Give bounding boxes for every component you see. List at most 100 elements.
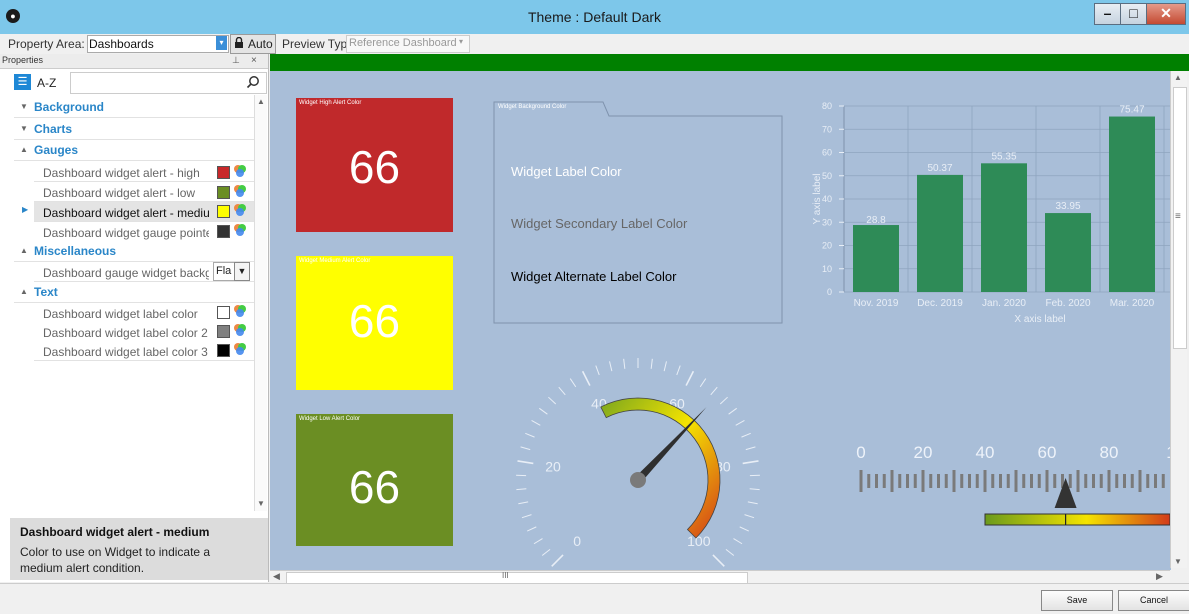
az-sort-button[interactable]: A-Z xyxy=(37,76,56,90)
gauge-tick-label: 0 xyxy=(573,533,581,549)
cancel-button[interactable]: Cancel xyxy=(1118,590,1189,611)
expanded-arrow-icon: ▲ xyxy=(20,145,28,154)
gauge-tick xyxy=(741,433,750,437)
y-tick-label: 40 xyxy=(822,194,832,204)
gauge-tick-label: 20 xyxy=(545,459,561,475)
palette-icon[interactable] xyxy=(233,184,247,198)
palette-icon[interactable] xyxy=(233,342,247,356)
gauge-tick xyxy=(610,361,612,371)
property-name: Dashboard widget alert - low xyxy=(43,186,209,200)
chevron-down-icon[interactable]: ▼ xyxy=(234,262,250,281)
gauge-tick xyxy=(583,371,590,385)
linear-tick xyxy=(1115,474,1118,488)
gauge-tick xyxy=(740,527,749,531)
linear-tick xyxy=(1139,470,1142,492)
color-swatch[interactable] xyxy=(217,325,230,338)
data-label: 33.95 xyxy=(1055,201,1080,212)
linear-tick xyxy=(1038,474,1041,488)
bottom-bar xyxy=(0,583,1189,614)
linear-tick xyxy=(929,474,932,488)
category-background[interactable]: ▼ Background xyxy=(14,97,257,118)
gauge-tick xyxy=(729,408,737,414)
bar-chart: 0102030405060708028.8Nov. 201950.37Dec. … xyxy=(790,96,1170,332)
scroll-up-icon[interactable]: ▲ xyxy=(1174,73,1182,82)
gauge-tick xyxy=(736,420,745,425)
linear-tick xyxy=(891,470,894,492)
property-name: Dashboard widget label color 2 xyxy=(43,326,209,340)
palette-icon[interactable] xyxy=(233,164,247,178)
minimize-button[interactable]: – xyxy=(1094,3,1121,25)
tile-label: Widget High Alert Color xyxy=(299,100,361,106)
bar xyxy=(853,225,899,292)
gauge-tick xyxy=(720,397,727,404)
category-label: Miscellaneous xyxy=(34,244,116,258)
category-charts[interactable]: ▼ Charts xyxy=(14,119,257,140)
category-miscellaneous[interactable]: ▲ Miscellaneous xyxy=(14,241,257,262)
gauge-tick xyxy=(713,555,724,566)
color-swatch[interactable] xyxy=(217,225,230,238)
label-panel-frame xyxy=(493,98,783,324)
color-swatch[interactable] xyxy=(217,205,230,218)
preview-horizontal-scrollbar[interactable]: ◀ III ▶ xyxy=(270,570,1170,584)
category-text[interactable]: ▲ Text xyxy=(14,282,257,303)
palette-icon[interactable] xyxy=(233,304,247,318)
close-button[interactable]: ✕ xyxy=(1146,3,1186,25)
gauge-tick xyxy=(743,461,759,464)
gauge-tick xyxy=(516,489,526,490)
property-search-input[interactable] xyxy=(70,72,267,94)
gauge-hub xyxy=(630,472,646,488)
save-button[interactable]: Save xyxy=(1041,590,1113,611)
y-axis-label: Y axis label xyxy=(812,174,823,225)
palette-icon[interactable] xyxy=(233,323,247,337)
maximize-button[interactable]: □ xyxy=(1120,3,1147,25)
scroll-down-icon[interactable]: ▼ xyxy=(257,499,265,508)
linear-gauge: 0204060801 xyxy=(846,438,1170,538)
pin-icon[interactable]: ⊥ xyxy=(232,55,240,66)
scroll-right-icon[interactable]: ▶ xyxy=(1156,571,1163,582)
data-label: 50.37 xyxy=(927,163,952,174)
linear-tick xyxy=(945,474,948,488)
y-tick-label: 80 xyxy=(822,101,832,111)
linear-tick xyxy=(968,474,971,488)
chevron-down-icon: ▾ xyxy=(459,37,463,46)
linear-tick xyxy=(1154,474,1157,488)
close-icon[interactable]: × xyxy=(251,55,257,66)
color-swatch[interactable] xyxy=(217,344,230,357)
y-tick-label: 0 xyxy=(827,287,832,297)
linear-tick xyxy=(1146,474,1149,488)
palette-icon[interactable] xyxy=(233,203,247,217)
palette-icon[interactable] xyxy=(233,223,247,237)
category-gauges[interactable]: ▲ Gauges xyxy=(14,140,257,161)
search-icon[interactable] xyxy=(246,75,260,89)
color-swatch[interactable] xyxy=(217,306,230,319)
color-swatch[interactable] xyxy=(217,166,230,179)
color-swatch[interactable] xyxy=(217,186,230,199)
gauge-tick xyxy=(677,366,680,375)
linear-tick xyxy=(1030,474,1033,488)
scroll-down-icon[interactable]: ▼ xyxy=(1174,557,1182,566)
low-alert-tile: Widget Low Alert Color 66 xyxy=(296,414,453,546)
bar xyxy=(1109,117,1155,292)
collapsed-arrow-icon: ▼ xyxy=(20,124,28,133)
y-tick-label: 50 xyxy=(822,171,832,181)
expanded-arrow-icon: ▲ xyxy=(20,287,28,296)
gauge-tick xyxy=(542,549,550,555)
categorized-view-button[interactable]: ☰ xyxy=(14,74,31,90)
chevron-down-icon[interactable]: ▾ xyxy=(216,36,227,50)
collapsed-arrow-icon: ▼ xyxy=(20,102,28,111)
linear-tick xyxy=(1100,474,1103,488)
property-area-label: Property Area: xyxy=(8,37,85,51)
bar xyxy=(981,163,1027,292)
scroll-left-icon[interactable]: ◀ xyxy=(273,571,280,582)
linear-tick-label: 0 xyxy=(856,443,865,462)
property-name: Dashboard widget label color 3 xyxy=(43,345,209,359)
high-alert-tile: Widget High Alert Color 66 xyxy=(296,98,453,232)
property-list-scrollbar[interactable]: ▲ ▼ xyxy=(254,95,267,511)
linear-tick xyxy=(1053,474,1056,488)
scroll-up-icon[interactable]: ▲ xyxy=(257,97,265,106)
gauge-tick xyxy=(596,366,599,375)
property-name: Dashboard widget alert - medium xyxy=(43,206,209,220)
gauge-tick xyxy=(733,539,742,544)
preview-vertical-scrollbar[interactable]: ▲ ≡ ▼ xyxy=(1170,71,1187,568)
linear-tick xyxy=(1046,470,1049,492)
